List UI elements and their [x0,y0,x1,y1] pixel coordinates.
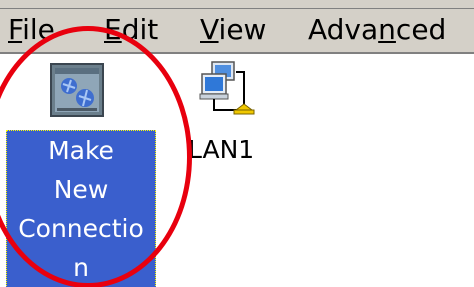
make-label-line-3: Connectio [18,214,144,243]
menu-edit-rest: dit [121,13,159,46]
menu-advanced-after: ced [395,13,447,46]
make-label-line-1: Make [48,136,114,165]
menu-view[interactable]: View [200,11,266,49]
connections-list: Make New Connectio n LAN1 [0,54,474,287]
menu-file-mnemonic: F [8,13,23,46]
make-new-connection-label: Make New Connectio n [6,130,156,287]
network-connection-icon [199,61,255,115]
menu-advanced-before: Adva [308,13,379,46]
menu-advanced[interactable]: Advanced [308,11,446,49]
make-new-connection-item[interactable]: Make New Connectio n [4,54,156,287]
make-label-line-2: New [53,175,109,204]
network-connections-window: File Edit View Advanced Make New Connect… [0,0,474,287]
menu-advanced-mnemonic: n [378,13,396,46]
menu-view-rest: iew [218,13,267,46]
menu-edit[interactable]: Edit [104,11,158,49]
make-new-connection-icon [50,63,104,117]
menu-bar: File Edit View Advanced [0,9,474,54]
menu-view-mnemonic: V [200,13,219,46]
menu-edit-mnemonic: E [104,13,122,46]
lan1-label: LAN1 [188,135,255,164]
menu-file[interactable]: File [8,11,55,49]
menu-file-rest: ile [22,13,55,46]
make-label-line-4: n [73,253,89,282]
window-top-edge [0,0,474,9]
lan1-item[interactable]: LAN1 [186,54,276,174]
